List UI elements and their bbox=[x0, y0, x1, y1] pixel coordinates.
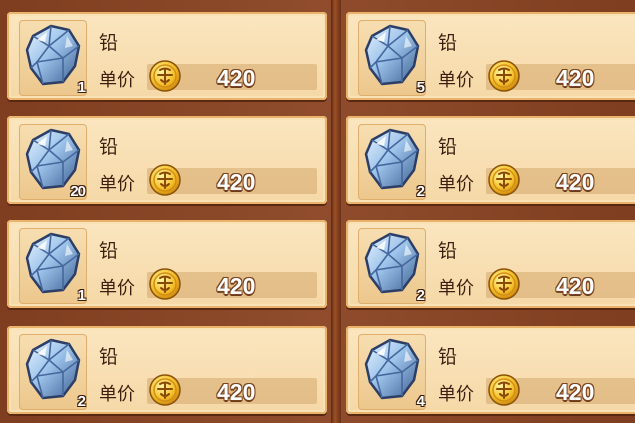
item-icon-slot[interactable]: 2 bbox=[358, 228, 426, 304]
gold-coin-icon bbox=[149, 164, 181, 196]
item-icon-slot[interactable]: 20 bbox=[19, 124, 87, 200]
listing-card[interactable]: 1 铅单价 420 bbox=[7, 220, 327, 308]
item-icon-slot[interactable]: 1 bbox=[19, 228, 87, 304]
item-quantity: 2 bbox=[416, 287, 425, 304]
price-label: 单价 bbox=[99, 70, 135, 91]
ore-crystal-icon bbox=[25, 232, 81, 294]
gold-coin-icon bbox=[149, 268, 181, 300]
gold-coin-icon bbox=[149, 60, 181, 92]
price-value: 420 bbox=[217, 65, 256, 91]
item-name: 铅 bbox=[99, 346, 119, 368]
gold-coin-icon bbox=[488, 268, 520, 300]
item-quantity: 1 bbox=[77, 79, 86, 96]
listing-card[interactable]: 1 铅单价 420 bbox=[7, 12, 327, 100]
item-icon-slot[interactable]: 2 bbox=[19, 334, 87, 410]
price-label: 单价 bbox=[438, 384, 474, 405]
listing-card[interactable]: 5 铅单价 420 bbox=[346, 12, 635, 100]
price-value: 420 bbox=[556, 379, 595, 405]
gold-coin-icon bbox=[488, 60, 520, 92]
item-name: 铅 bbox=[438, 32, 458, 54]
price-value: 420 bbox=[217, 379, 256, 405]
price-value: 420 bbox=[217, 169, 256, 195]
item-quantity: 4 bbox=[416, 393, 425, 410]
ore-crystal-icon bbox=[25, 338, 81, 400]
price-value: 420 bbox=[556, 65, 595, 91]
item-quantity: 5 bbox=[416, 79, 425, 96]
price-label: 单价 bbox=[438, 278, 474, 299]
gold-coin-icon bbox=[488, 164, 520, 196]
item-name: 铅 bbox=[99, 32, 119, 54]
listing-card[interactable]: 4 铅单价 420 bbox=[346, 326, 635, 414]
item-name: 铅 bbox=[438, 346, 458, 368]
item-quantity: 20 bbox=[70, 183, 86, 200]
item-name: 铅 bbox=[99, 136, 119, 158]
ore-crystal-icon bbox=[364, 232, 420, 294]
price-label: 单价 bbox=[438, 70, 474, 91]
shop-grid: 1 铅单价 420 5 铅单价 420 20 铅单价 420 2 铅单价 420 1 铅单价 420 2 铅单价… bbox=[0, 0, 635, 423]
ore-crystal-icon bbox=[25, 24, 81, 86]
item-quantity: 2 bbox=[416, 183, 425, 200]
item-icon-slot[interactable]: 1 bbox=[19, 20, 87, 96]
price-label: 单价 bbox=[99, 278, 135, 299]
item-icon-slot[interactable]: 5 bbox=[358, 20, 426, 96]
price-value: 420 bbox=[556, 273, 595, 299]
ore-crystal-icon bbox=[364, 338, 420, 400]
item-name: 铅 bbox=[438, 136, 458, 158]
item-quantity: 1 bbox=[77, 287, 86, 304]
price-label: 单价 bbox=[99, 384, 135, 405]
gold-coin-icon bbox=[149, 374, 181, 406]
price-label: 单价 bbox=[438, 174, 474, 195]
gold-coin-icon bbox=[488, 374, 520, 406]
item-name: 铅 bbox=[99, 240, 119, 262]
listing-card[interactable]: 20 铅单价 420 bbox=[7, 116, 327, 204]
item-quantity: 2 bbox=[77, 393, 86, 410]
column-divider bbox=[331, 0, 341, 423]
listing-card[interactable]: 2 铅单价 420 bbox=[346, 116, 635, 204]
price-value: 420 bbox=[217, 273, 256, 299]
item-icon-slot[interactable]: 4 bbox=[358, 334, 426, 410]
listing-card[interactable]: 2 铅单价 420 bbox=[7, 326, 327, 414]
item-name: 铅 bbox=[438, 240, 458, 262]
price-label: 单价 bbox=[99, 174, 135, 195]
ore-crystal-icon bbox=[364, 128, 420, 190]
price-value: 420 bbox=[556, 169, 595, 195]
item-icon-slot[interactable]: 2 bbox=[358, 124, 426, 200]
listing-card[interactable]: 2 铅单价 420 bbox=[346, 220, 635, 308]
ore-crystal-icon bbox=[364, 24, 420, 86]
